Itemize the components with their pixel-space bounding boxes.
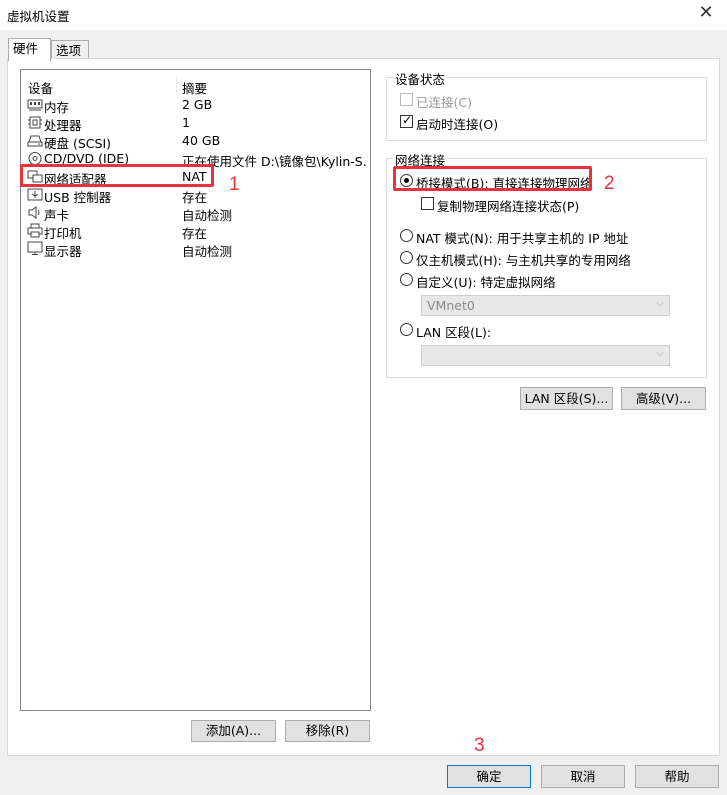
chevron-down-icon: ⌵ xyxy=(656,348,664,359)
highlight-network-adapter xyxy=(20,164,214,187)
device-row-printer[interactable]: 打印机 存在 xyxy=(21,222,370,241)
device-summary: 自动检测 xyxy=(182,244,233,259)
annotation-3: 3 xyxy=(474,735,485,756)
device-row-memory[interactable]: 内存 2 GB xyxy=(21,96,370,115)
hard-disk-icon xyxy=(27,135,43,147)
annotation-2: 2 xyxy=(604,173,615,194)
lan-segment-dropdown[interactable]: ⌵ xyxy=(421,345,670,366)
lan-segment-label: LAN 区段(L): xyxy=(416,325,492,340)
custom-network-dropdown[interactable]: VMnet0 ⌵ xyxy=(421,295,670,316)
lan-segment-radio[interactable] xyxy=(400,323,413,336)
column-header-summary[interactable]: 摘要 xyxy=(182,78,207,97)
replicate-state-label: 复制物理网络连接状态(P) xyxy=(437,199,580,214)
checkmark-icon: ✓ xyxy=(402,113,413,127)
ok-button[interactable]: 确定 xyxy=(447,765,531,788)
connected-checkbox[interactable] xyxy=(400,93,413,106)
title-bar: 虚拟机设置 ✕ xyxy=(0,0,727,30)
connect-on-power-on-checkbox[interactable]: ✓ xyxy=(400,113,413,128)
advanced-button[interactable]: 高级(V)... xyxy=(621,387,706,410)
host-only-radio[interactable] xyxy=(400,251,413,264)
replicate-state-checkbox[interactable] xyxy=(421,197,434,210)
tab-label: 硬件 xyxy=(13,41,39,56)
usb-icon xyxy=(27,188,43,201)
device-row-processor[interactable]: 处理器 1 xyxy=(21,114,370,133)
tab-hardware[interactable]: 硬件 xyxy=(8,38,51,61)
device-row-hard-disk[interactable]: 硬盘 (SCSI) 40 GB xyxy=(21,132,370,151)
device-summary: 2 GB xyxy=(182,97,213,112)
device-row-display[interactable]: 显示器 自动检测 xyxy=(21,240,370,259)
column-header-device[interactable]: 设备 xyxy=(28,78,53,97)
help-button[interactable]: 帮助 xyxy=(635,765,719,788)
custom-network-value: VMnet0 xyxy=(427,298,475,313)
custom-label: 自定义(U): 特定虚拟网络 xyxy=(416,275,556,290)
close-icon[interactable]: ✕ xyxy=(693,2,719,26)
device-summary: 1 xyxy=(182,115,190,130)
cancel-button[interactable]: 取消 xyxy=(541,765,625,788)
memory-icon xyxy=(27,99,43,111)
tab-label: 选项 xyxy=(56,43,82,58)
device-name: 显示器 xyxy=(44,244,82,259)
lan-segments-button[interactable]: LAN 区段(S)... xyxy=(520,387,613,410)
annotation-1: 1 xyxy=(229,174,240,195)
remove-device-button[interactable]: 移除(R) xyxy=(285,720,370,742)
device-row-sound-card[interactable]: 声卡 自动检测 xyxy=(21,204,370,223)
chevron-down-icon: ⌵ xyxy=(656,298,664,309)
connected-label: 已连接(C) xyxy=(416,95,472,110)
nat-label: NAT 模式(N): 用于共享主机的 IP 地址 xyxy=(416,231,629,246)
host-only-label: 仅主机模式(H): 与主机共享的专用网络 xyxy=(416,253,631,268)
tab-options[interactable]: 选项 xyxy=(51,40,89,58)
processor-icon xyxy=(28,116,42,129)
custom-radio[interactable] xyxy=(400,273,413,286)
column-separator[interactable] xyxy=(176,76,177,93)
nat-radio[interactable] xyxy=(400,229,413,242)
device-row-usb[interactable]: USB 控制器 存在 xyxy=(21,186,370,205)
highlight-bridged-mode xyxy=(393,166,592,191)
device-summary: 40 GB xyxy=(182,133,221,148)
display-icon xyxy=(27,241,43,255)
printer-icon xyxy=(27,223,43,238)
device-status-title: 设备状态 xyxy=(393,69,448,88)
add-device-button[interactable]: 添加(A)... xyxy=(191,720,276,742)
window-title: 虚拟机设置 xyxy=(7,9,70,24)
speaker-icon xyxy=(28,206,40,219)
connect-on-power-on-label: 启动时连接(O) xyxy=(416,117,499,132)
